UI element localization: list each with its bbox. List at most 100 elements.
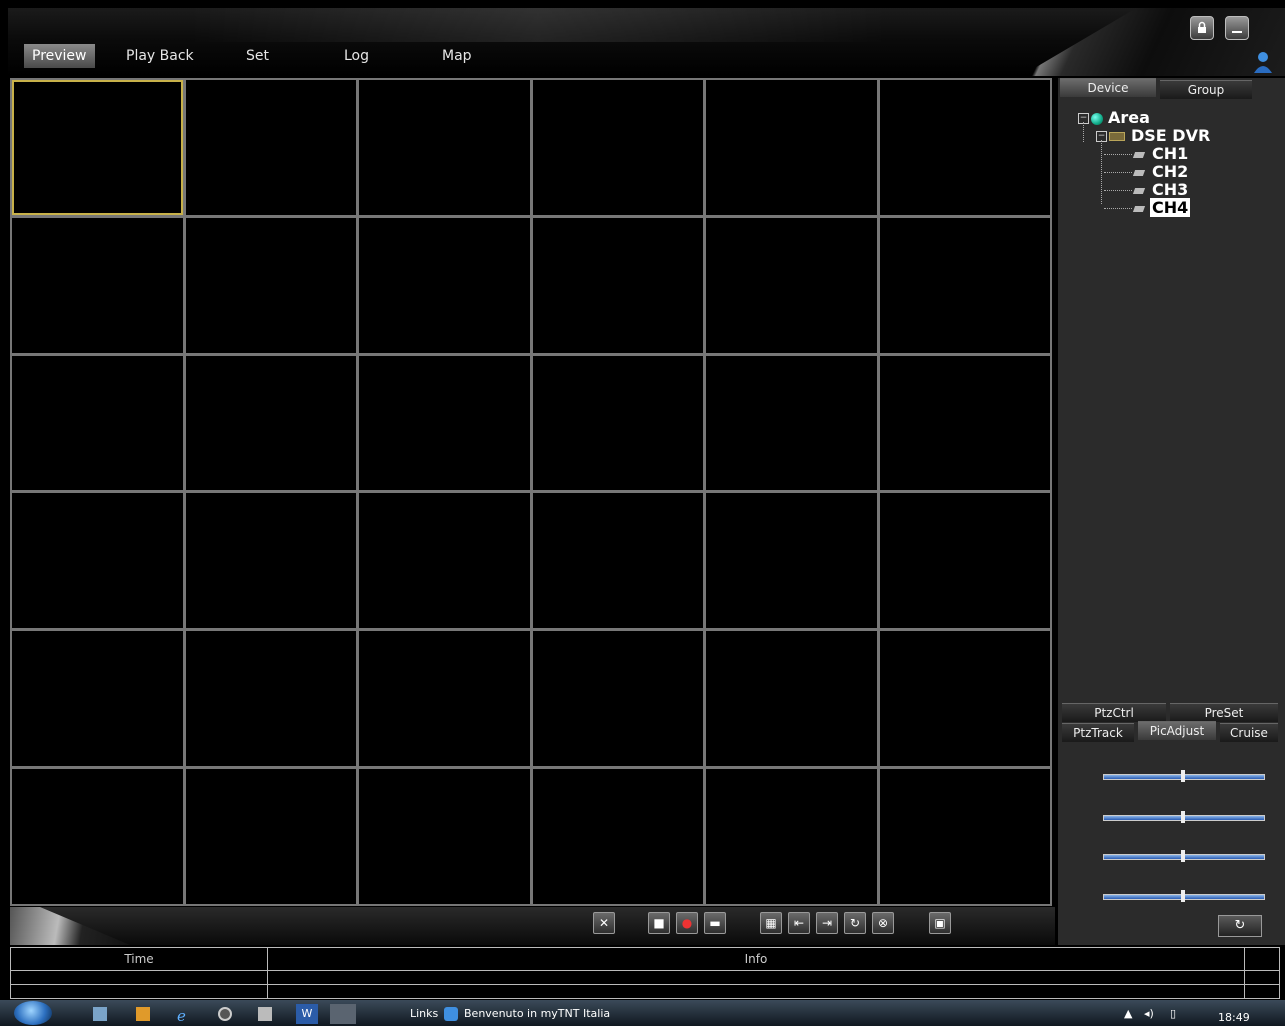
row-divider <box>11 970 1279 971</box>
video-cell[interactable] <box>185 493 356 629</box>
cycle-button[interactable]: ↻ <box>844 912 866 934</box>
media-player-icon[interactable] <box>136 1007 150 1021</box>
internet-explorer-icon[interactable]: e <box>176 1007 190 1025</box>
column-header-info: Info <box>744 952 768 966</box>
video-cell[interactable] <box>359 631 530 767</box>
video-cell[interactable] <box>359 355 530 491</box>
dvr-client-icon[interactable] <box>330 1004 356 1024</box>
hue-slider[interactable] <box>1103 890 1265 902</box>
video-cell[interactable] <box>185 769 356 904</box>
video-cell[interactable] <box>532 355 703 491</box>
video-cell[interactable] <box>879 769 1050 904</box>
slider-knob[interactable] <box>1181 850 1185 862</box>
video-cell[interactable] <box>185 631 356 767</box>
camera-icon <box>1132 169 1146 176</box>
video-cell[interactable] <box>706 631 877 767</box>
video-cell[interactable] <box>706 493 877 629</box>
taskbar-item-mytnt[interactable]: Benvenuto in myTNT Italia <box>464 1006 610 1022</box>
show-hidden-icons[interactable]: ▲ <box>1124 1006 1132 1022</box>
video-cell[interactable] <box>12 80 183 215</box>
control-bar <box>10 907 1055 945</box>
close-all-button[interactable]: ✕ <box>593 912 615 934</box>
video-cell[interactable] <box>706 769 877 904</box>
log-table: Time Info <box>10 947 1280 999</box>
tree-node-ch1[interactable]: CH1 <box>1104 146 1190 162</box>
video-cell[interactable] <box>185 355 356 491</box>
video-cell[interactable] <box>12 217 183 353</box>
video-cell[interactable] <box>532 631 703 767</box>
video-cell[interactable] <box>185 80 356 215</box>
reset-button[interactable]: ↻ <box>1218 915 1262 937</box>
video-cell[interactable] <box>532 217 703 353</box>
record-button[interactable]: ● <box>676 912 698 934</box>
previous-page-button[interactable]: ⇤ <box>788 912 810 934</box>
slider-knob[interactable] <box>1181 890 1185 902</box>
tab-preset[interactable]: PreSet <box>1170 703 1278 722</box>
brightness-slider[interactable] <box>1103 770 1265 782</box>
tab-cruise[interactable]: Cruise <box>1220 723 1278 742</box>
network-icon[interactable]: ▯ <box>1170 1006 1176 1022</box>
column-divider <box>267 948 268 998</box>
tab-ptztrack[interactable]: PtzTrack <box>1062 723 1134 742</box>
stop-button[interactable]: ■ <box>648 912 670 934</box>
start-button[interactable] <box>14 1001 52 1025</box>
slider-knob[interactable] <box>1181 770 1185 782</box>
tree-label-ch4: CH4 <box>1150 198 1191 217</box>
minimize-icon[interactable] <box>1225 16 1249 40</box>
tab-ptzctrl[interactable]: PtzCtrl <box>1062 703 1166 722</box>
links-toolbar[interactable]: Links <box>410 1006 438 1022</box>
tab-map[interactable]: Map <box>434 44 480 68</box>
video-cell[interactable] <box>185 217 356 353</box>
video-cell[interactable] <box>359 493 530 629</box>
video-cell[interactable] <box>879 80 1050 215</box>
tree-connector <box>1104 154 1132 155</box>
video-cell[interactable] <box>12 631 183 767</box>
video-cell[interactable] <box>879 493 1050 629</box>
saturation-slider[interactable] <box>1103 850 1265 862</box>
stop-cycle-button[interactable]: ⊗ <box>872 912 894 934</box>
snapshot-button[interactable]: ▬ <box>704 912 726 934</box>
video-cell[interactable] <box>359 80 530 215</box>
tree-connector <box>1104 190 1132 191</box>
layout-grid-button[interactable]: ▦ <box>760 912 782 934</box>
tree-node-dvr[interactable]: − DSE DVR <box>1096 128 1212 144</box>
contrast-slider[interactable] <box>1103 811 1265 823</box>
video-cell[interactable] <box>12 769 183 904</box>
clock[interactable]: 18:49 <box>1218 1011 1250 1024</box>
tab-group[interactable]: Group <box>1160 80 1252 99</box>
fullscreen-button[interactable]: ▣ <box>929 912 951 934</box>
video-cell[interactable] <box>12 355 183 491</box>
video-cell[interactable] <box>359 217 530 353</box>
video-cell[interactable] <box>706 80 877 215</box>
volume-icon[interactable]: ◂) <box>1144 1006 1154 1022</box>
tab-preview[interactable]: Preview <box>24 44 95 68</box>
user-icon[interactable] <box>1252 50 1274 74</box>
video-cell[interactable] <box>706 355 877 491</box>
tab-log[interactable]: Log <box>336 44 377 68</box>
video-cell[interactable] <box>532 493 703 629</box>
video-cell[interactable] <box>879 355 1050 491</box>
lock-icon[interactable] <box>1190 16 1214 40</box>
tab-device[interactable]: Device <box>1060 78 1156 97</box>
slider-knob[interactable] <box>1181 811 1185 823</box>
tab-picadjust[interactable]: PicAdjust <box>1138 721 1216 740</box>
video-cell[interactable] <box>706 217 877 353</box>
explorer-icon[interactable] <box>93 1007 107 1021</box>
tree-node-ch2[interactable]: CH2 <box>1104 164 1190 180</box>
video-cell[interactable] <box>532 769 703 904</box>
tree-node-ch3[interactable]: CH3 <box>1104 182 1190 198</box>
video-cell[interactable] <box>359 769 530 904</box>
tab-set[interactable]: Set <box>238 44 277 68</box>
video-cell[interactable] <box>532 80 703 215</box>
video-cell[interactable] <box>879 631 1050 767</box>
tab-play-back[interactable]: Play Back <box>118 44 202 68</box>
tree-node-ch4[interactable]: CH4 <box>1104 198 1191 217</box>
app-icon[interactable] <box>218 1007 232 1021</box>
next-page-button[interactable]: ⇥ <box>816 912 838 934</box>
tree-node-area[interactable]: − Area <box>1078 110 1152 126</box>
word-icon[interactable]: W <box>296 1004 318 1024</box>
video-cell[interactable] <box>879 217 1050 353</box>
tree-connector <box>1101 140 1102 204</box>
video-cell[interactable] <box>12 493 183 629</box>
calculator-icon[interactable] <box>258 1007 272 1021</box>
